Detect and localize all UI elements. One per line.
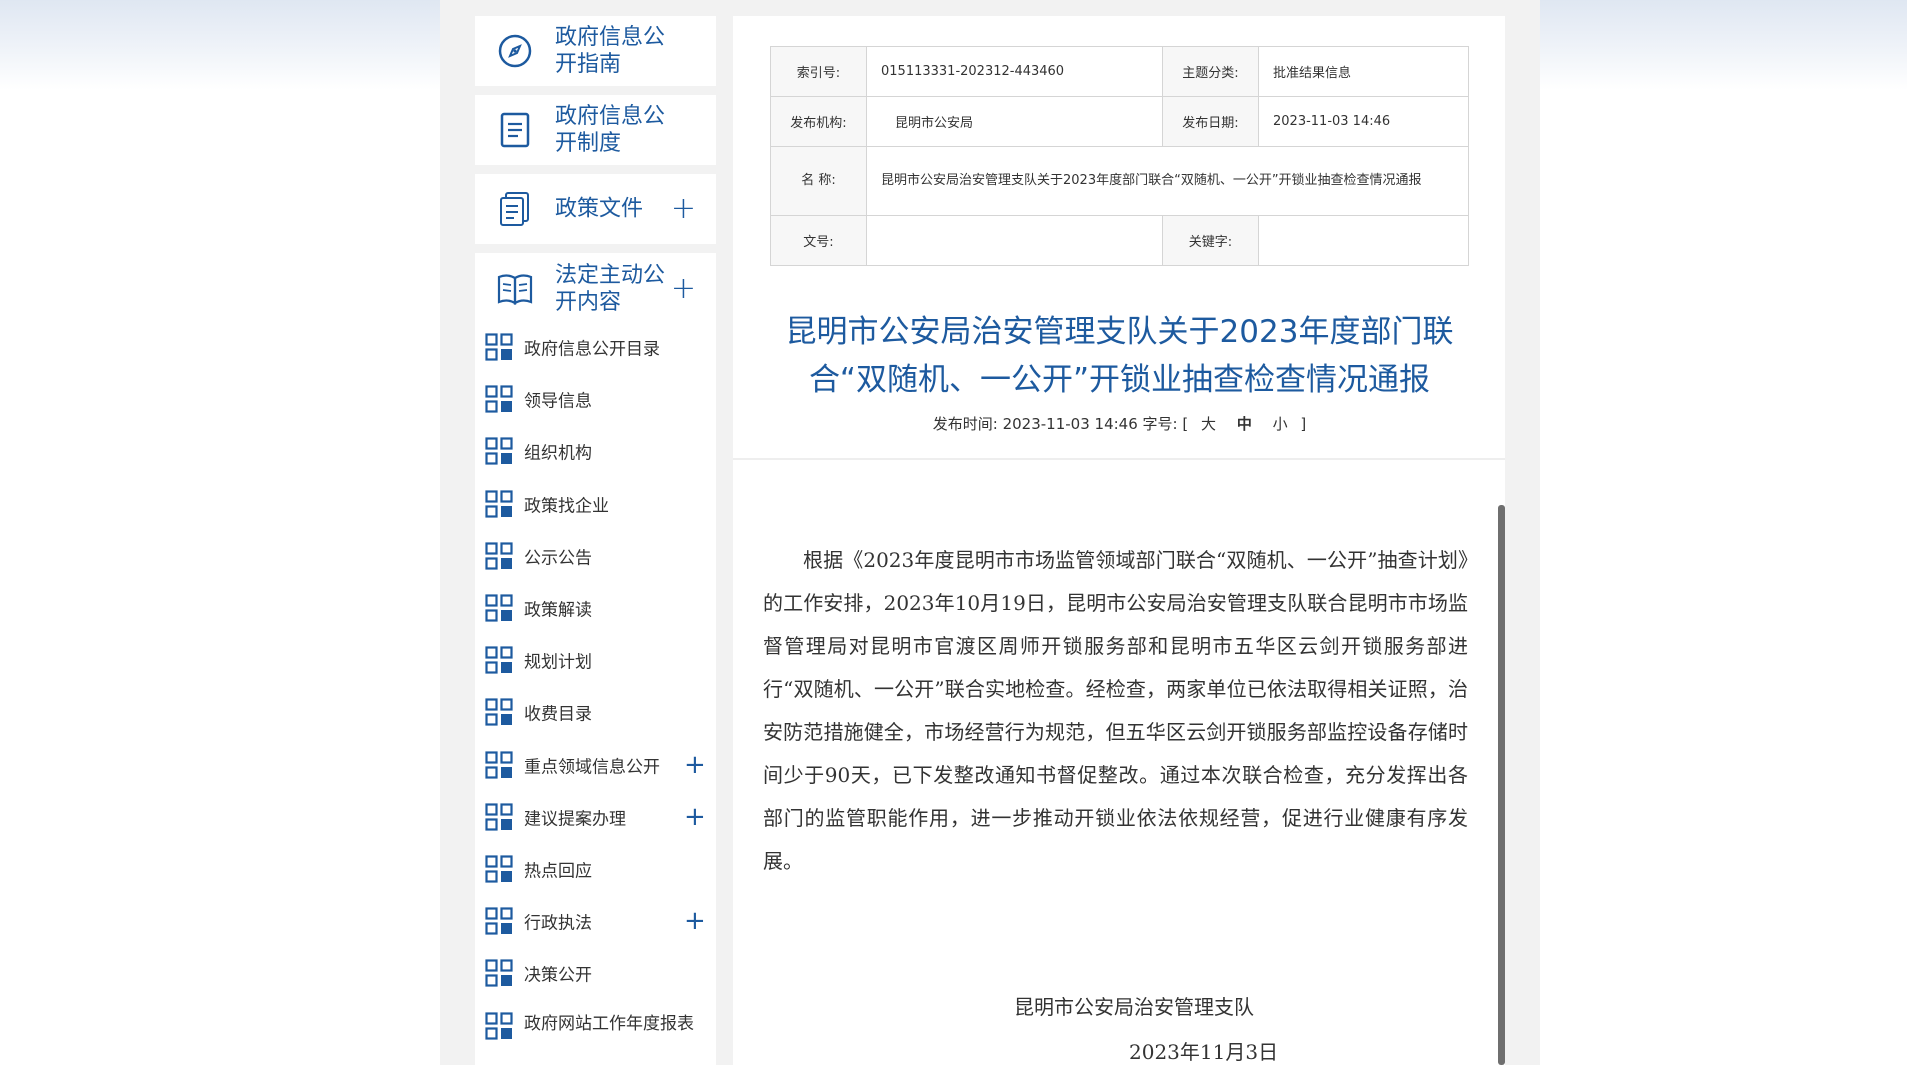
sidebar-sub-item[interactable]: 建议提案办理 + (475, 797, 716, 837)
sidebar-sub-item-label: 重点领域信息公开 (524, 757, 660, 778)
sidebar-sub-item[interactable]: 行政执法 + (475, 901, 716, 941)
bracket-open: [ (1182, 415, 1189, 433)
font-size-label: 字号: (1142, 415, 1178, 433)
expand-plus-icon[interactable]: + (684, 804, 706, 830)
article-body: 根据《2023年度昆明市市场监管领域部门联合“双随机、一公开”抽查计划》的工作安… (763, 548, 1468, 873)
font-size-small-link[interactable]: 小 (1273, 415, 1288, 433)
grid-icon (485, 646, 513, 674)
publish-info: 发布时间: 2023-11-03 14:46 字号: [ 大 中 小 ] (770, 413, 1469, 434)
keyword-label: 关键字: (1162, 215, 1259, 266)
sidebar-sub-item-label: 政府信息公开目录 (524, 339, 660, 360)
grid-icon (485, 698, 513, 726)
sidebar-sub-item[interactable]: 政府网站工作年度报表 (475, 1006, 716, 1046)
sidebar-sub-item[interactable]: 重点领域信息公开 + (475, 745, 716, 785)
topic-value: 批准结果信息 (1258, 46, 1469, 97)
sidebar-sub-item[interactable]: 政策找企业 (475, 484, 716, 524)
topic-label: 主题分类: (1162, 46, 1259, 97)
header-divider (733, 458, 1505, 460)
font-size-large-link[interactable]: 大 (1201, 415, 1216, 433)
article-title: 昆明市公安局治安管理支队关于2023年度部门联 合“双随机、一公开”开锁业抽查检… (770, 308, 1469, 404)
sidebar-sub-item-label: 收费目录 (524, 704, 592, 725)
sidebar-sub-item-label: 决策公开 (524, 965, 592, 986)
metadata-table: 索引号: 015113331-202312-443460 主题分类: 批准结果信… (770, 46, 1469, 266)
grid-icon (485, 385, 513, 413)
sidebar-sub-item-label: 公示公告 (524, 548, 592, 569)
article-panel: 索引号: 015113331-202312-443460 主题分类: 批准结果信… (733, 16, 1505, 1065)
grid-icon (485, 959, 513, 987)
nav-card-statutory-content[interactable]: 法定主动公开内容 + (475, 253, 716, 325)
sidebar-sub-item[interactable]: 领导信息 (475, 379, 716, 419)
index-label: 索引号: (770, 46, 867, 97)
signature-date: 2023年11月3日 (1129, 1040, 1279, 1064)
sub-menu-list: 政府信息公开目录 领导信息组织机构政策找企业公示公告政策解读规划计划收费目录重点领… (475, 325, 716, 1065)
signature-organization: 昆明市公安局治安管理支队 (1014, 995, 1254, 1019)
nav-card-label: 政府信息公开制度 (555, 104, 666, 156)
sidebar-sub-item-label: 政策找企业 (524, 496, 609, 517)
docno-value (866, 215, 1163, 266)
publisher-value: 昆明市公安局 (866, 96, 1163, 147)
bracket-close: ] (1300, 415, 1307, 433)
grid-icon (485, 750, 513, 779)
expand-plus-icon[interactable]: + (684, 752, 706, 778)
grid-icon (485, 333, 513, 361)
index-value: 015113331-202312-443460 (866, 46, 1163, 97)
page-background-left (0, 0, 440, 1065)
sidebar-sub-item[interactable]: 政策解读 (475, 588, 716, 628)
grid-icon (485, 542, 513, 570)
article-title-line-2: 合“双随机、一公开”开锁业抽查检查情况通报 (808, 362, 1431, 398)
sidebar-sub-item-label: 领导信息 (524, 391, 592, 412)
publish-time-label: 发布时间: (932, 415, 998, 433)
sidebar-sub-item-label: 政策解读 (524, 600, 592, 621)
document-list-icon (495, 110, 535, 150)
name-value: 昆明市公安局治安管理支队关于2023年度部门联合“双随机、一公开”开锁业抽查检查… (866, 146, 1469, 216)
sidebar-sub-item[interactable]: 政府信息公开目录 (475, 327, 716, 367)
nav-card-disclosure-guide[interactable]: 政府信息公开指南 (475, 16, 716, 86)
file-stack-icon (495, 189, 535, 229)
article-title-line-1: 昆明市公安局治安管理支队关于2023年度部门联 (785, 314, 1454, 350)
expand-plus-icon[interactable]: + (684, 908, 706, 934)
sidebar-sub-item-label: 行政执法 (524, 913, 592, 934)
name-label: 名 称: (770, 146, 867, 216)
sidebar-sub-item[interactable]: 规划计划 (475, 640, 716, 680)
font-size-medium-link[interactable]: 中 (1237, 415, 1252, 433)
compass-icon (495, 31, 535, 71)
sidebar-sub-item-label: 政府网站工作年度报表 (524, 1013, 694, 1034)
grid-icon (485, 489, 513, 518)
publish-time-value: 2023-11-03 14:46 (1002, 415, 1138, 433)
grid-icon (485, 1011, 513, 1040)
sidebar-sub-item[interactable]: 热点回应 (475, 849, 716, 889)
sidebar-sub-item-label: 建议提案办理 (524, 809, 626, 830)
nav-card-disclosure-system[interactable]: 政府信息公开制度 (475, 95, 716, 165)
nav-card-policy-documents[interactable]: 政策文件 + (475, 174, 716, 244)
sidebar-sub-item-label: 热点回应 (524, 861, 592, 882)
keyword-value (1258, 215, 1469, 266)
grid-icon (485, 855, 513, 883)
grid-icon (485, 594, 513, 622)
pubdate-value: 2023-11-03 14:46 (1258, 96, 1469, 147)
sidebar-sub-item[interactable]: 组织机构 (475, 431, 716, 471)
nav-card-label: 政府信息公开指南 (555, 25, 666, 77)
page-background-right (1540, 0, 1907, 1065)
sidebar-sub-item[interactable]: 收费目录 (475, 692, 716, 732)
grid-icon (485, 437, 513, 465)
expand-plus-icon[interactable]: + (671, 194, 696, 224)
sidebar-sub-item-label: 规划计划 (524, 652, 592, 673)
scrollbar-thumb[interactable] (1498, 505, 1505, 1065)
sidebar-sub-item-label: 组织机构 (524, 443, 592, 464)
expand-plus-icon[interactable]: + (671, 274, 696, 304)
sidebar-sub-item[interactable]: 公示公告 (475, 536, 716, 576)
publisher-label: 发布机构: (770, 96, 867, 147)
docno-label: 文号: (770, 215, 867, 266)
nav-card-label: 法定主动公开内容 (555, 263, 666, 315)
grid-icon (485, 907, 513, 935)
pubdate-label: 发布日期: (1162, 96, 1259, 147)
sidebar-sub-item[interactable]: 决策公开 (475, 953, 716, 993)
open-book-icon (495, 269, 535, 309)
grid-icon (485, 803, 513, 831)
nav-card-label: 政策文件 (555, 196, 644, 222)
